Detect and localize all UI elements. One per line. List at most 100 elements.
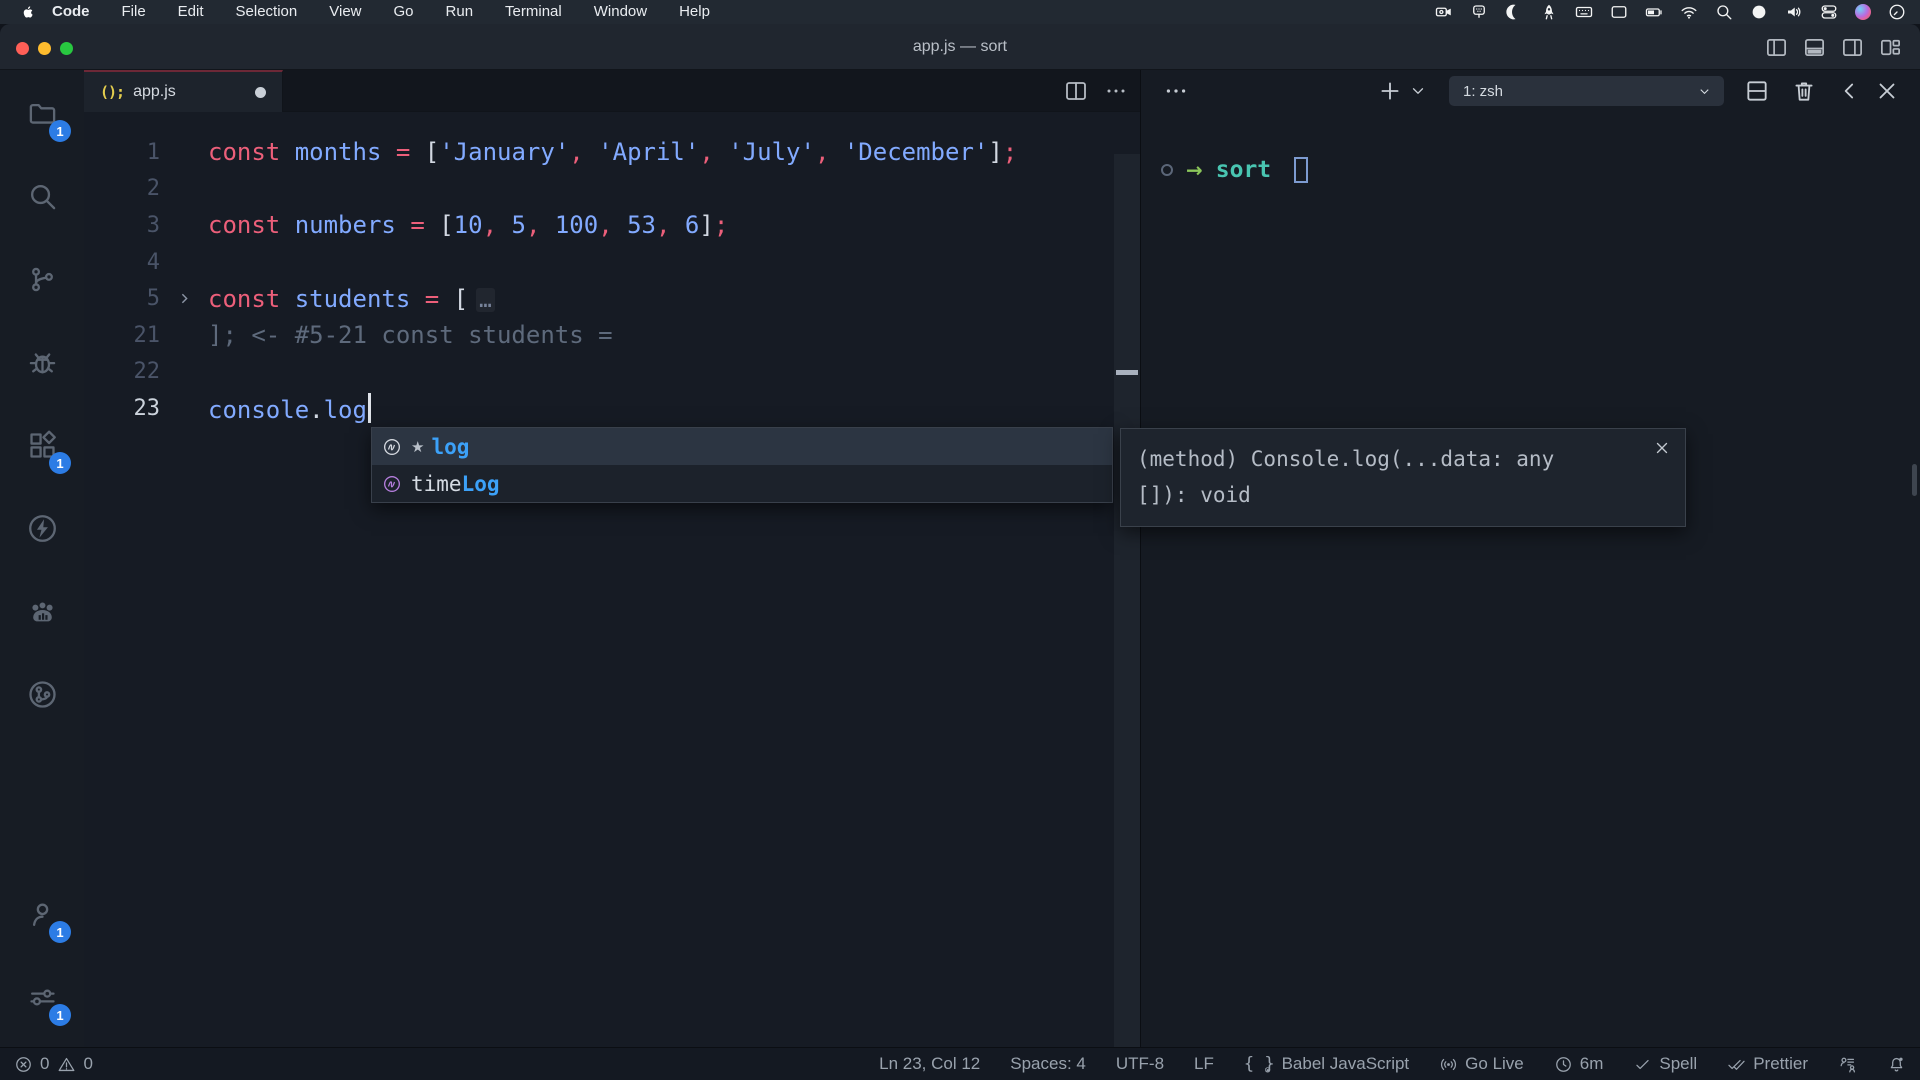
- tab-bar: (); app.js: [84, 70, 1140, 112]
- menu-edit[interactable]: Edit: [162, 0, 220, 24]
- menu-go[interactable]: Go: [378, 0, 430, 24]
- menu-help[interactable]: Help: [663, 0, 726, 24]
- code-text: const students = […: [208, 285, 495, 313]
- problems-warnings[interactable]: 0: [57, 1054, 92, 1074]
- suggestion-timelog[interactable]: timeLog: [372, 465, 1112, 502]
- activity-gitlens[interactable]: [0, 653, 84, 736]
- search-icon[interactable]: [1715, 3, 1733, 21]
- code-line-22[interactable]: 22: [84, 354, 1114, 391]
- wifi-icon[interactable]: [1680, 3, 1698, 21]
- code-line-2[interactable]: 2: [84, 171, 1114, 208]
- hover-doc-line: []): void: [1137, 477, 1639, 513]
- close-panel-button[interactable]: [1874, 78, 1900, 104]
- activity-source-control[interactable]: [0, 238, 84, 321]
- record-icon[interactable]: [1750, 3, 1768, 21]
- menu-selection[interactable]: Selection: [220, 0, 314, 24]
- status-label: 6m: [1580, 1054, 1604, 1074]
- warning-triangle-icon: [57, 1055, 76, 1074]
- status-prettier[interactable]: Prettier: [1727, 1054, 1808, 1074]
- error-circle-icon: [14, 1055, 33, 1074]
- line-number: 1: [84, 140, 160, 165]
- line-number: 5: [84, 286, 160, 311]
- close-icon[interactable]: [1653, 439, 1671, 457]
- display-icon[interactable]: [1610, 3, 1628, 21]
- more-button[interactable]: [1104, 79, 1128, 103]
- moon-icon[interactable]: [1505, 3, 1523, 21]
- new-terminal-button[interactable]: [1377, 78, 1403, 104]
- activity-paw-stats[interactable]: [0, 570, 84, 653]
- layout-sidebar-left-icon[interactable]: [1765, 36, 1788, 59]
- activity-extensions[interactable]: 1: [0, 404, 84, 487]
- status-people[interactable]: [1838, 1055, 1857, 1074]
- terminal-scrollbar[interactable]: [1912, 464, 1917, 496]
- modified-dot-icon[interactable]: [255, 87, 266, 98]
- status-indentation[interactable]: Spaces: 4: [1010, 1054, 1086, 1074]
- layout-controls: [1765, 24, 1902, 70]
- fold-chevron-icon[interactable]: [176, 290, 193, 307]
- macos-menu-bar: CodeFileEditSelectionViewGoRunTerminalWi…: [0, 0, 1920, 24]
- tab-appjs[interactable]: (); app.js: [84, 70, 283, 112]
- overview-ruler-cursor-mark: [1116, 370, 1138, 375]
- activity-account[interactable]: 1: [0, 873, 84, 956]
- terminal-more-actions-button[interactable]: [1163, 78, 1189, 104]
- terminal-tabs-dropdown[interactable]: 1: zsh: [1449, 76, 1724, 106]
- menu-window[interactable]: Window: [578, 0, 663, 24]
- code-line-23[interactable]: 23console.log: [84, 390, 1114, 427]
- siri-icon[interactable]: [1855, 4, 1871, 20]
- status-language-mode[interactable]: { }⊗Babel JavaScript: [1244, 1054, 1409, 1074]
- editor-terminal-divider[interactable]: [1140, 70, 1141, 1047]
- kill-terminal-button[interactable]: [1791, 78, 1817, 104]
- activity-debug[interactable]: [0, 321, 84, 404]
- fold-column: [160, 290, 208, 307]
- menu-code[interactable]: Code: [36, 0, 106, 24]
- status-label: Babel JavaScript: [1282, 1054, 1410, 1074]
- clock-sm-icon: [1554, 1055, 1573, 1074]
- layout-sidebar-right-icon[interactable]: [1841, 36, 1864, 59]
- activity-search[interactable]: [0, 155, 84, 238]
- code-editor[interactable]: 1const months = ['January', 'April', 'Ju…: [84, 112, 1140, 1047]
- video-camera-icon[interactable]: [1435, 3, 1453, 21]
- activity-lightning[interactable]: [0, 487, 84, 570]
- code-line-4[interactable]: 4: [84, 244, 1114, 281]
- status-spell[interactable]: Spell: [1633, 1054, 1697, 1074]
- code-line-21[interactable]: 21]; <- #5-21 const students =: [84, 317, 1114, 354]
- window-title-bar: app.js — sort: [0, 24, 1920, 70]
- suggestion-log[interactable]: ★log: [372, 428, 1112, 465]
- editor-scrollbar[interactable]: [1114, 154, 1140, 1047]
- editor-cursor: [368, 393, 371, 423]
- status-go-live[interactable]: Go Live: [1439, 1054, 1524, 1074]
- control-center-icon[interactable]: [1820, 3, 1838, 21]
- status-encoding[interactable]: UTF-8: [1116, 1054, 1164, 1074]
- activity-settings-sliders[interactable]: 1: [0, 956, 84, 1039]
- collapse-panel-chevron-left-button[interactable]: [1837, 78, 1863, 104]
- apple-logo-icon[interactable]: [20, 3, 36, 21]
- volume-icon[interactable]: [1785, 3, 1803, 21]
- menu-terminal[interactable]: Terminal: [489, 0, 578, 24]
- code-line-1[interactable]: 1const months = ['January', 'April', 'Ju…: [84, 134, 1114, 171]
- code-line-3[interactable]: 3const numbers = [10, 5, 100, 53, 6];: [84, 207, 1114, 244]
- keyboard-icon[interactable]: [1575, 3, 1593, 21]
- terminal-body[interactable]: → sort: [1141, 112, 1920, 1047]
- clock-menu-icon[interactable]: [1888, 3, 1906, 21]
- split-terminal-button[interactable]: [1744, 78, 1770, 104]
- rocket-icon[interactable]: [1540, 3, 1558, 21]
- battery-icon[interactable]: [1645, 3, 1663, 21]
- menu-items: CodeFileEditSelectionViewGoRunTerminalWi…: [36, 0, 726, 24]
- layout-panel-icon[interactable]: [1803, 36, 1826, 59]
- menu-view[interactable]: View: [313, 0, 377, 24]
- status-timer[interactable]: 6m: [1554, 1054, 1604, 1074]
- code-line-5[interactable]: 5 const students = […: [84, 280, 1114, 317]
- status-cursor-position[interactable]: Ln 23, Col 12: [879, 1054, 980, 1074]
- split-editor-button[interactable]: [1064, 79, 1088, 103]
- status-eol[interactable]: LF: [1194, 1054, 1214, 1074]
- terminal-profile-chevron-icon[interactable]: [1409, 82, 1427, 100]
- layout-customize-icon[interactable]: [1879, 36, 1902, 59]
- status-label: Spell: [1659, 1054, 1697, 1074]
- menu-run[interactable]: Run: [430, 0, 490, 24]
- status-notifications[interactable]: [1887, 1055, 1906, 1074]
- problems-errors[interactable]: 0: [14, 1054, 49, 1074]
- screen-mirroring-icon[interactable]: [1470, 3, 1488, 21]
- menu-file[interactable]: File: [106, 0, 162, 24]
- activity-explorer[interactable]: 1: [0, 72, 84, 155]
- line-number: 21: [84, 323, 160, 348]
